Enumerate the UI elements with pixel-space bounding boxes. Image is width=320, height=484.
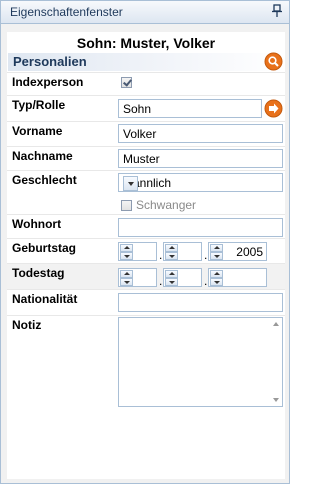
todestag-year-spinner[interactable] [208,268,267,287]
properties-window: Eigenschaftenfenster Sohn: Muster, Volke… [0,0,290,484]
typ-rolle-label: Typ/Rolle [12,98,66,112]
geburtstag-day-spinner[interactable] [118,242,157,261]
spin-down-icon[interactable] [165,252,178,260]
todestag-month-spinner[interactable] [163,268,202,287]
spin-up-icon[interactable] [210,244,223,252]
section-label: Personalien [13,54,87,69]
scroll-down-icon[interactable] [273,398,279,402]
spin-down-icon[interactable] [210,252,223,260]
search-icon[interactable] [264,52,283,71]
spin-down-icon[interactable] [210,278,223,286]
nachname-field[interactable]: Muster [118,149,283,168]
chevron-down-icon[interactable] [123,176,138,191]
vorname-field[interactable]: Volker [118,124,283,143]
spin-down-icon[interactable] [120,252,133,260]
row-wohnort: Wohnort [7,214,285,239]
arrow-right-icon[interactable] [264,99,283,118]
section-personalien: Personalien [8,52,284,71]
indexperson-label: Indexperson [12,75,84,89]
nachname-label: Nachname [12,149,73,163]
todestag-label: Todestag [12,266,65,280]
spin-up-icon[interactable] [120,244,133,252]
row-nationalitaet: Nationalität [7,289,285,315]
spin-up-icon[interactable] [210,270,223,278]
todestag-day-spinner[interactable] [118,268,157,287]
schwanger-checkbox[interactable] [121,200,132,211]
geschlecht-select[interactable]: männlich [118,173,283,192]
geburtstag-month-spinner[interactable] [163,242,202,261]
form-content: Sohn: Muster, Volker Personalien Indexpe… [7,32,285,479]
row-notiz: Notiz [7,315,285,416]
geburtstag-label: Geburtstag [12,241,77,255]
spin-up-icon[interactable] [165,244,178,252]
vorname-value: Volker [123,127,157,141]
notiz-label: Notiz [12,318,42,332]
typ-rolle-field[interactable]: Sohn [118,99,262,118]
nationalitaet-label: Nationalität [12,292,78,306]
title-bar: Eigenschaftenfenster [1,1,289,24]
row-vorname: Vorname Volker [7,121,285,146]
wohnort-label: Wohnort [12,217,62,231]
spin-up-icon[interactable] [120,270,133,278]
vorname-label: Vorname [12,124,63,138]
nachname-value: Muster [123,152,160,166]
row-geschlecht: Geschlecht männlich Schwanger [7,170,285,214]
spin-down-icon[interactable] [120,278,133,286]
nationalitaet-field[interactable] [118,293,283,312]
person-heading: Sohn: Muster, Volker [76,35,216,51]
typ-rolle-value: Sohn [123,102,152,116]
scroll-up-icon[interactable] [273,322,279,326]
geschlecht-label: Geschlecht [12,173,77,187]
row-geburtstag: Geburtstag . . 2005 [7,238,285,264]
pin-icon[interactable] [271,4,283,18]
geburtstag-year-spinner[interactable]: 2005 [208,242,267,261]
row-todestag: Todestag . . [7,263,285,290]
spin-down-icon[interactable] [165,278,178,286]
indexperson-checkbox[interactable] [121,77,132,88]
notiz-textarea[interactable] [118,317,283,407]
row-nachname: Nachname Muster [7,146,285,171]
window-title: Eigenschaftenfenster [10,5,123,19]
row-typ-rolle: Typ/Rolle Sohn [7,95,285,120]
schwanger-label: Schwanger [136,198,197,212]
spin-up-icon[interactable] [165,270,178,278]
geburtstag-year-value: 2005 [236,245,263,259]
row-indexperson: Indexperson [7,72,285,94]
wohnort-field[interactable] [118,218,283,237]
